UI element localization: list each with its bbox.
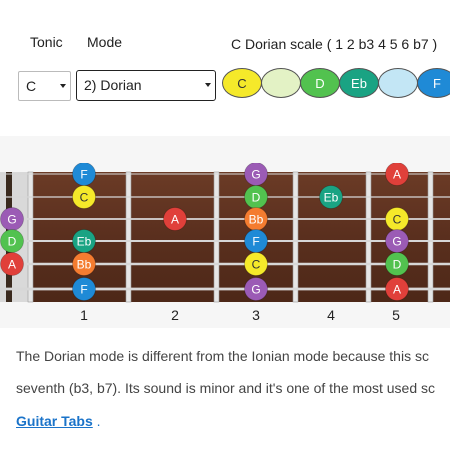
description-line-2: seventh (b3, b7). Its sound is minor and… <box>16 380 436 396</box>
note-label: G <box>392 235 401 249</box>
note-label: C <box>252 258 261 272</box>
fretboard: F C Eb Bb F G D A A G D Bb F C G Eb A C G D A <box>0 162 450 308</box>
scale-note-oval: F <box>417 68 450 98</box>
tonic-select-value: C <box>26 78 37 94</box>
note-label: G <box>251 168 260 182</box>
link-trailing-text: . <box>92 413 101 429</box>
fret-number: 1 <box>80 307 88 323</box>
fret-number: 2 <box>171 307 179 323</box>
mode-select-value: 2) Dorian <box>84 77 142 93</box>
scale-title: C Dorian scale ( 1 2 b3 4 5 6 b7 ) <box>231 36 438 52</box>
scale-note-oval <box>378 68 418 98</box>
fret-number: 4 <box>327 307 335 323</box>
note-label: A <box>171 213 179 227</box>
note-label: A <box>393 283 401 297</box>
chevron-down-icon <box>60 84 66 88</box>
note-label: F <box>252 235 259 249</box>
fret-number: 5 <box>392 307 400 323</box>
guitar-tabs-link[interactable]: Guitar Tabs <box>16 413 93 429</box>
fret-number: 3 <box>252 307 260 323</box>
scale-note-oval: Eb <box>339 68 379 98</box>
note-label: C <box>80 191 89 205</box>
note-label: Eb <box>324 191 339 205</box>
note-label: D <box>8 235 17 249</box>
scale-note-oval: D <box>300 68 340 98</box>
tonic-label: Tonic <box>30 34 63 50</box>
mode-label: Mode <box>87 34 123 50</box>
note-label: Bb <box>249 213 264 227</box>
scale-controls: Tonic Mode C Dorian scale ( 1 2 b3 4 5 6… <box>0 0 450 135</box>
description-line-1: The Dorian mode is different from the Io… <box>16 348 429 364</box>
chevron-down-icon <box>205 83 211 87</box>
scale-note-oval <box>261 68 301 98</box>
fret-wire <box>125 171 132 303</box>
fretboard-diagram: FCEbBbFGDAAGDBbFCGEbACGDA <box>0 162 450 303</box>
fret-wire <box>27 171 34 303</box>
fret-wire <box>213 171 220 303</box>
tonic-select[interactable]: C <box>18 71 71 101</box>
note-label: Bb <box>77 258 92 272</box>
note-label: G <box>7 213 16 227</box>
note-label: D <box>393 258 402 272</box>
mode-select[interactable]: 2) Dorian <box>76 70 216 101</box>
guitar-tabs-line: Guitar Tabs . <box>16 413 101 429</box>
note-label: F <box>80 283 87 297</box>
note-label: A <box>393 168 401 182</box>
note-label: A <box>8 258 16 272</box>
note-label: D <box>252 191 261 205</box>
note-label: Eb <box>77 235 92 249</box>
fret-wire <box>365 171 372 303</box>
scale-note-ovals: C D Eb F <box>221 68 450 100</box>
note-label: F <box>80 168 87 182</box>
scale-note-oval: C <box>222 68 262 98</box>
fret-wire <box>292 171 299 303</box>
fret-wire <box>427 171 434 303</box>
note-label: G <box>251 283 260 297</box>
note-label: C <box>393 213 402 227</box>
